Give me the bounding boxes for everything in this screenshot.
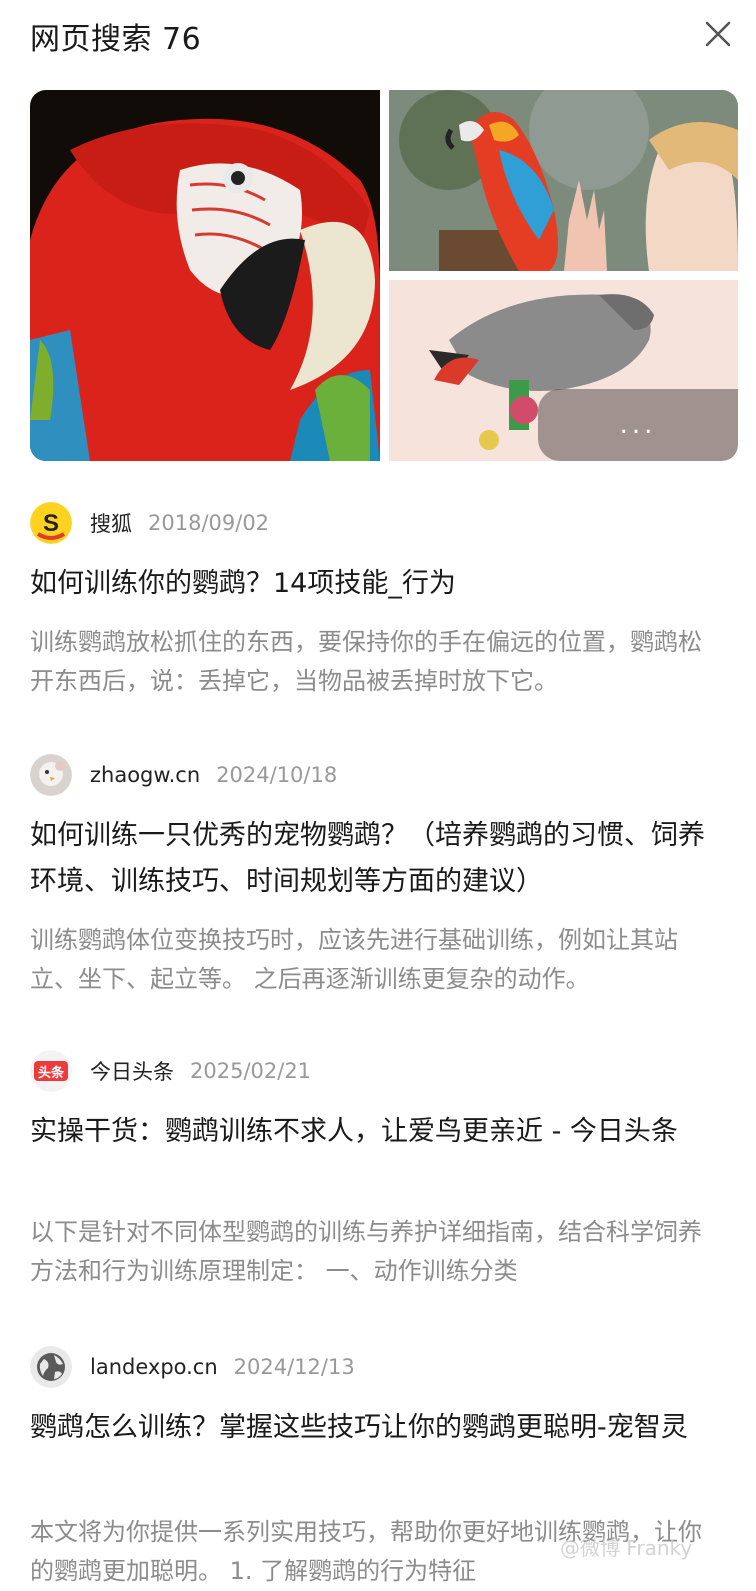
publish-date: 2024/12/13 [233, 1355, 355, 1379]
panel-title: 网页搜索 76 [30, 22, 202, 57]
svg-text:S: S [43, 510, 59, 537]
grey-parrot-on-perch-image[interactable]: ... [389, 280, 738, 461]
publish-date: 2018/09/02 [148, 511, 270, 535]
search-result-3[interactable]: 头条 今日头条 2025/02/21 实操干货：鹦鹉训练不求人，让爱鸟更亲近 -… [30, 1049, 710, 1299]
source-name: landexpo.cn [90, 1355, 218, 1379]
search-result-1[interactable]: S 搜狐 2018/09/02 如何训练你的鹦鹉？14项技能_行为 训练鹦鹉放松… [30, 501, 710, 706]
image-gallery: ... [30, 90, 738, 461]
result-source: zhaogw.cn 2024/10/18 [30, 753, 337, 797]
publish-date: 2024/10/18 [216, 763, 338, 787]
result-snippet: 以下是针对不同体型鹦鹉的训练与养护详细指南，结合科学饲养方法和行为训练原理制定：… [30, 1218, 702, 1285]
result-source: 头条 今日头条 2025/02/21 [30, 1049, 311, 1093]
source-name: 今日头条 [90, 1060, 174, 1084]
result-source: landexpo.cn 2024/12/13 [30, 1345, 355, 1389]
result-title[interactable]: 如何训练你的鹦鹉？14项技能_行为 [30, 561, 710, 607]
macaw-with-girl-image[interactable] [389, 90, 738, 271]
more-images-overlay[interactable]: ... [538, 389, 738, 461]
red-macaw-closeup-image[interactable] [30, 90, 380, 461]
result-snippet: 训练鹦鹉体位变换技巧时，应该先进行基础训练，例如让其站立、坐下、起立等。 之后再… [30, 926, 678, 993]
zhaogw-avatar-icon [30, 754, 72, 796]
globe-icon [30, 1346, 72, 1388]
close-icon[interactable] [700, 16, 736, 52]
search-panel-header: 网页搜索 76 [0, 0, 756, 76]
source-name: zhaogw.cn [90, 763, 201, 787]
result-source: S 搜狐 2018/09/02 [30, 501, 269, 545]
toutiao-logo-icon: 头条 [30, 1050, 72, 1092]
weibo-watermark: @微博 Franky [560, 1536, 693, 1560]
publish-date: 2025/02/21 [190, 1059, 312, 1083]
result-title[interactable]: 实操干货：鹦鹉训练不求人，让爱鸟更亲近 - 今日头条 [30, 1109, 710, 1155]
result-title[interactable]: 如何训练一只优秀的宠物鹦鹉？（培养鹦鹉的习惯、饲养环境、训练技巧、时间规划等方面… [30, 813, 710, 905]
result-snippet: 训练鹦鹉放松抓住的东西，要保持你的手在偏远的位置，鹦鹉松开东西后，说：丢掉它，当… [30, 628, 702, 695]
source-name: 搜狐 [90, 512, 132, 536]
svg-text:头条: 头条 [38, 1065, 65, 1081]
sohu-logo-icon: S [30, 502, 72, 544]
search-result-2[interactable]: zhaogw.cn 2024/10/18 如何训练一只优秀的宠物鹦鹉？（培养鹦鹉… [30, 753, 710, 1003]
result-title[interactable]: 鹦鹉怎么训练？掌握这些技巧让你的鹦鹉更聪明-宠智灵 [30, 1405, 710, 1451]
